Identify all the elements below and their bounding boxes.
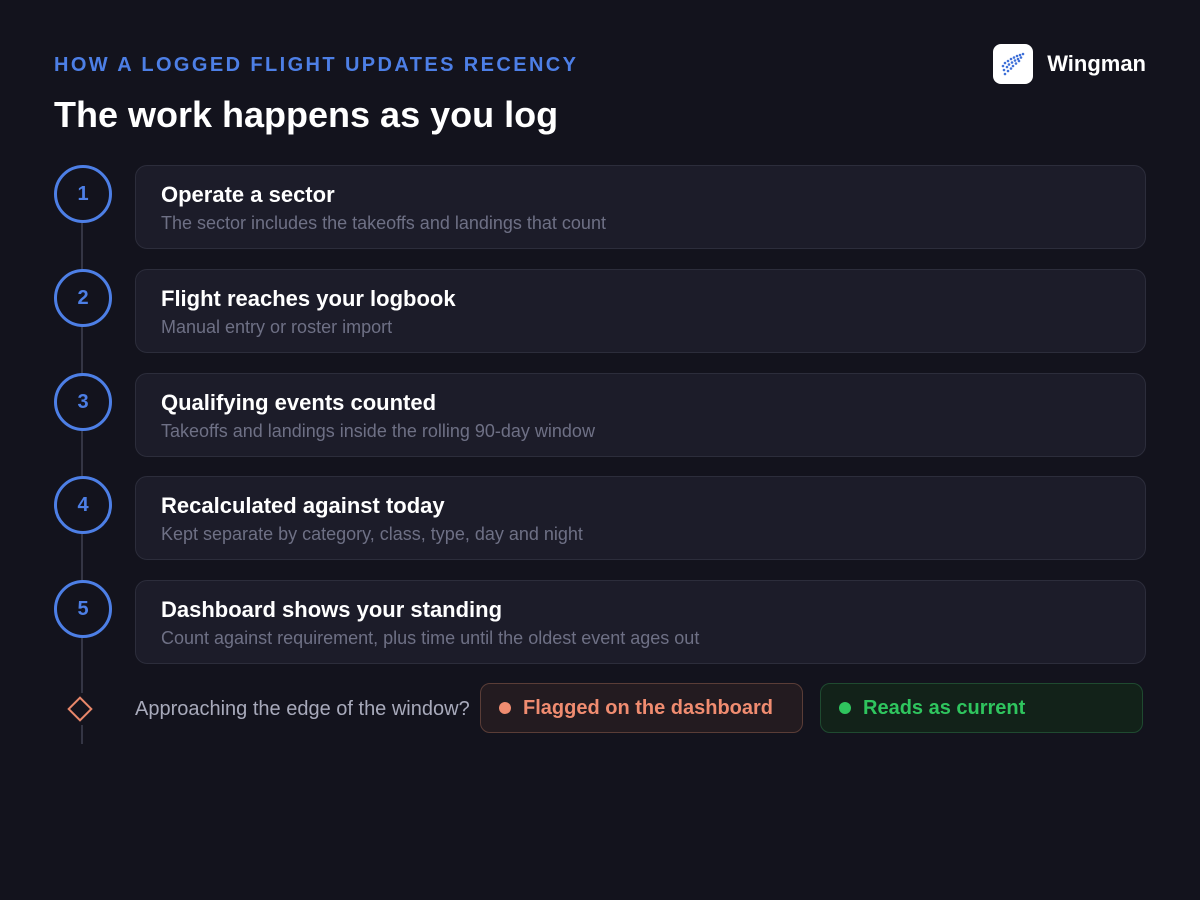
step-description: Count against requirement, plus time unt… — [161, 628, 700, 648]
outcome-label: Flagged on the dashboard — [523, 697, 774, 719]
step-number-badge: 5 — [54, 580, 112, 638]
step-title: Dashboard shows your standing — [161, 597, 503, 622]
outcome-current: Reads as current — [820, 683, 1143, 733]
step-description: Takeoffs and landings inside the rolling… — [161, 421, 595, 441]
step-number-badge: 4 — [54, 476, 112, 534]
step-title: Qualifying events counted — [161, 390, 437, 415]
step-title: Operate a sector — [161, 182, 335, 207]
decision-diamond-icon — [64, 693, 96, 725]
page-title: The work happens as you log — [54, 94, 559, 135]
paper-plane-icon — [993, 44, 1034, 84]
step-card: Qualifying events counted Takeoffs and l… — [135, 373, 1146, 457]
step-description: The sector includes the takeoffs and lan… — [161, 213, 606, 233]
brand-name: Wingman — [1047, 51, 1146, 76]
outcome-label: Reads as current — [863, 697, 1026, 719]
step-card: Dashboard shows your standing Count agai… — [135, 580, 1146, 664]
step-2: 2 Flight reaches your logbook Manual ent… — [54, 269, 1146, 355]
step-3: 3 Qualifying events counted Takeoffs and… — [54, 373, 1146, 459]
step-number-badge: 3 — [54, 373, 112, 431]
step-description: Manual entry or roster import — [161, 317, 393, 337]
decision-question: Approaching the edge of the window? — [135, 698, 470, 720]
step-card: Recalculated against today Kept separate… — [135, 476, 1146, 560]
brand: Wingman — [993, 44, 1146, 84]
outcome-flagged: Flagged on the dashboard — [480, 683, 803, 733]
eyebrow-heading: HOW A LOGGED FLIGHT UPDATES RECENCY — [54, 54, 579, 76]
step-description: Kept separate by category, class, type, … — [161, 524, 583, 544]
step-5: 5 Dashboard shows your standing Count ag… — [54, 580, 1146, 666]
decision-row: Approaching the edge of the window? Flag… — [54, 683, 1146, 735]
success-dot-icon — [839, 702, 851, 714]
warning-dot-icon — [499, 702, 511, 714]
step-card: Flight reaches your logbook Manual entry… — [135, 269, 1146, 353]
step-title: Flight reaches your logbook — [161, 286, 456, 311]
step-1: 1 Operate a sector The sector includes t… — [54, 165, 1146, 251]
step-4: 4 Recalculated against today Kept separa… — [54, 476, 1146, 562]
step-number-badge: 2 — [54, 269, 112, 327]
step-title: Recalculated against today — [161, 493, 445, 518]
flow-diagram: HOW A LOGGED FLIGHT UPDATES RECENCY The … — [0, 0, 1200, 900]
step-card: Operate a sector The sector includes the… — [135, 165, 1146, 249]
step-number-badge: 1 — [54, 165, 112, 223]
